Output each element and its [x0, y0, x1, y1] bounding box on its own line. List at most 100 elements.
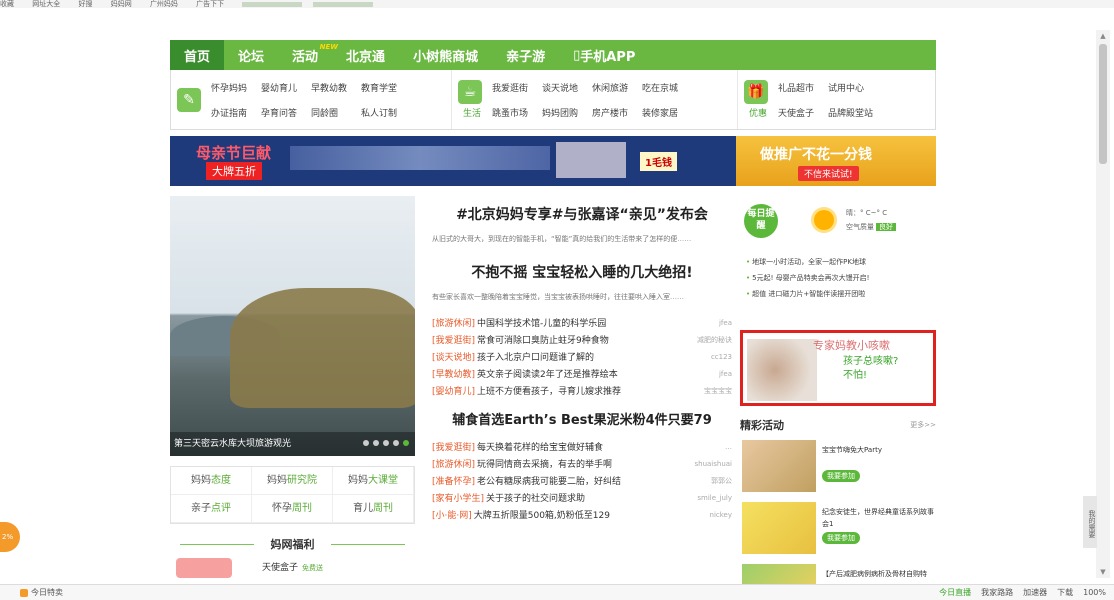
bookmark-item[interactable]: 妈妈网 — [111, 0, 132, 8]
activity-name[interactable]: 宝宝节嗨免大Party — [822, 444, 934, 456]
banner-cta[interactable]: 不信来试试! — [798, 166, 859, 181]
subnav-link[interactable]: 品牌殿堂站 — [828, 106, 873, 119]
status-item[interactable]: 我家路路 — [981, 585, 1013, 600]
bookmark-item[interactable]: 收藏 — [0, 0, 14, 8]
zoom-level[interactable]: 100% — [1083, 585, 1106, 600]
headline[interactable]: 辅食首选Earth’s Best果泥米粉4件只要79 — [432, 409, 732, 428]
expert-promo[interactable]: 专家妈教小咳嗽 孩子总咳嗽? 不怕! — [740, 330, 936, 406]
news-row[interactable]: [准备怀孕] 老公有糖尿病我可能要二胎，好纠结 郭郭公 — [432, 472, 732, 489]
nav-app[interactable]: ▯ 手机APP — [559, 40, 649, 70]
bookmark-item[interactable]: 广州妈妈 — [150, 0, 178, 8]
news-title[interactable]: 上班不方便看孩子，寻育儿嫂求推荐 — [477, 384, 676, 397]
subnav-link[interactable]: 妈妈团购 — [542, 106, 578, 119]
activities-more-link[interactable]: 更多>> — [910, 420, 936, 430]
mama-link[interactable]: 怀孕周刊 — [252, 495, 333, 523]
activity-name[interactable]: 纪念安徒生，世界经典童话系列故事会1 — [822, 506, 934, 530]
subnav-link[interactable]: 谈天说地 — [542, 81, 578, 94]
vertical-scrollbar[interactable]: ▲ ▼ — [1096, 30, 1110, 578]
subnav-link[interactable]: 休闲旅游 — [592, 81, 628, 94]
news-title[interactable]: 中国科学技术馆-儿童的科学乐园 — [477, 316, 676, 329]
scroll-up-icon[interactable]: ▲ — [1098, 32, 1108, 40]
subnav-link[interactable]: 孕育问答 — [261, 106, 297, 119]
slide-dot-active[interactable] — [403, 440, 409, 446]
news-category[interactable]: [旅游休闲] — [432, 457, 475, 470]
mama-link[interactable]: 妈妈态度 — [171, 467, 252, 495]
subnav-link[interactable]: 办证指南 — [211, 106, 247, 119]
slide-dot[interactable] — [383, 440, 389, 446]
news-title[interactable]: 每天换着花样的给宝宝做好辅食 — [477, 440, 676, 453]
headline[interactable]: #北京妈妈专享#与张嘉译“亲见”发布会 — [432, 204, 732, 224]
news-category[interactable]: [准备怀孕] — [432, 474, 475, 487]
subnav-link[interactable]: 天使盒子 — [778, 106, 814, 119]
news-row[interactable]: [我爱逛街] 常食可消除口臭防止蛀牙9种食物 减肥的秘诀 — [432, 331, 732, 348]
subnav-link[interactable]: 教育学堂 — [361, 81, 397, 94]
daily-item[interactable]: • 超值 进口磁力片+智能伴读摆开团啦 — [746, 286, 869, 302]
news-title[interactable]: 大牌五折限量500箱,奶粉低至129 — [474, 508, 676, 521]
mama-link[interactable]: 妈妈大课堂 — [333, 467, 414, 495]
scroll-thumb[interactable] — [1099, 44, 1107, 164]
headline[interactable]: 不抱不摇 宝宝轻松入睡的几大绝招! — [432, 262, 732, 282]
promo-banner[interactable]: 做推广不花一分钱 不信来试试! — [736, 136, 936, 186]
floating-widget-left[interactable]: 2% — [0, 522, 20, 552]
news-title[interactable]: 孩子入北京户口问题谁了解的 — [477, 350, 676, 363]
subnav-link[interactable]: 装修家居 — [642, 106, 678, 119]
mama-link[interactable]: 育儿周刊 — [333, 495, 414, 523]
nav-home[interactable]: 首页 — [170, 40, 225, 70]
welfare-item[interactable]: 天使盒子 免费送 — [170, 558, 415, 578]
subnav-link[interactable]: 礼品超市 — [778, 81, 814, 94]
subnav-link[interactable]: 吃在京城 — [642, 81, 678, 94]
bookmark-item[interactable]: 广告下下 — [196, 0, 224, 8]
news-title[interactable]: 常食可消除口臭防止蛀牙9种食物 — [477, 333, 676, 346]
news-category[interactable]: [我爱逛街] — [432, 440, 475, 453]
slide-dot[interactable] — [363, 440, 369, 446]
news-category[interactable]: [小·能·网] — [432, 508, 472, 521]
news-category[interactable]: [家有小学生] — [432, 491, 484, 504]
news-title[interactable]: 玩得同情商去采摘，有去的举手啊 — [477, 457, 676, 470]
mothers-day-banner[interactable]: 母亲节巨献 大牌五折 1毛钱 — [170, 136, 736, 186]
subnav-link[interactable]: 怀孕妈妈 — [211, 81, 247, 94]
bookmark-item[interactable]: 网址大全 — [32, 0, 60, 8]
news-row[interactable]: [谈天说地] 孩子入北京户口问题谁了解的 cc123 — [432, 348, 732, 365]
daily-item[interactable]: • 5元起! 母婴产品特卖会再次大馒开启! — [746, 270, 869, 286]
news-row[interactable]: [家有小学生] 关于孩子的社交问题求助 smile_july — [432, 489, 732, 506]
subnav-link[interactable]: 私人订制 — [361, 106, 397, 119]
news-row[interactable]: [婴幼育儿] 上班不方便看孩子，寻育儿嫂求推荐 宝宝宝宝 — [432, 382, 732, 399]
bookmark-item[interactable]: 好搜 — [78, 0, 92, 8]
join-button[interactable]: 我要参加 — [822, 470, 860, 482]
scroll-down-icon[interactable]: ▼ — [1098, 568, 1108, 576]
subnav-link[interactable]: 跳蚤市场 — [492, 106, 528, 119]
news-row[interactable]: [旅游休闲] 玩得同情商去采摘，有去的举手啊 shuaishuai — [432, 455, 732, 472]
nav-mall[interactable]: 小树熊商城 — [399, 40, 492, 70]
nav-events[interactable]: 活动 NEW — [278, 40, 338, 70]
subnav-link[interactable]: 婴幼育儿 — [261, 81, 297, 94]
slide-dot[interactable] — [373, 440, 379, 446]
news-title[interactable]: 老公有糖尿病我可能要二胎，好纠结 — [477, 474, 676, 487]
news-row[interactable]: [我爱逛街] 每天换着花样的给宝宝做好辅食… — [432, 438, 732, 455]
news-category[interactable]: [早教幼教] — [432, 367, 475, 380]
status-item[interactable]: 加速器 — [1023, 585, 1047, 600]
nav-travel[interactable]: 亲子游 — [492, 40, 559, 70]
daily-item[interactable]: • 地球一小时活动，全家一起作PK地球 — [746, 254, 869, 270]
subnav-link[interactable]: 我爱逛街 — [492, 81, 528, 94]
subnav-link[interactable]: 试用中心 — [828, 81, 873, 94]
activity-item[interactable]: 纪念安徒生，世界经典童话系列故事会1 我要参加 — [740, 502, 936, 558]
activity-name[interactable]: 【产后减肥病例病析及骨材自购特 — [822, 568, 934, 580]
news-category[interactable]: [旅游休闲] — [432, 316, 475, 329]
join-button[interactable]: 我要参加 — [822, 532, 860, 544]
subnav-link[interactable]: 同龄圈 — [311, 106, 347, 119]
nav-beijing[interactable]: 北京通 — [332, 40, 399, 70]
status-item[interactable]: 下载 — [1057, 585, 1073, 600]
slide-dot[interactable] — [393, 440, 399, 446]
live-button[interactable]: 今日直播 — [939, 585, 971, 600]
floating-widget-right[interactable]: 我的需要 — [1083, 496, 1097, 548]
news-row[interactable]: [小·能·网] 大牌五折限量500箱,奶粉低至129 nickey — [432, 506, 732, 523]
news-row[interactable]: [旅游休闲] 中国科学技术馆-儿童的科学乐园 jfea — [432, 314, 732, 331]
nav-forum[interactable]: 论坛 — [224, 40, 278, 70]
news-category[interactable]: [谈天说地] — [432, 350, 475, 363]
status-left[interactable]: 今日特卖 — [20, 585, 63, 600]
hero-slideshow[interactable]: 第三天密云水库大坝旅游观光 — [170, 196, 415, 456]
news-title[interactable]: 英文亲子阅读读2年了还是推荐绘本 — [477, 367, 676, 380]
news-title[interactable]: 关于孩子的社交问题求助 — [486, 491, 676, 504]
activity-item[interactable]: 宝宝节嗨免大Party 我要参加 — [740, 440, 936, 496]
mama-link[interactable]: 妈妈研究院 — [252, 467, 333, 495]
